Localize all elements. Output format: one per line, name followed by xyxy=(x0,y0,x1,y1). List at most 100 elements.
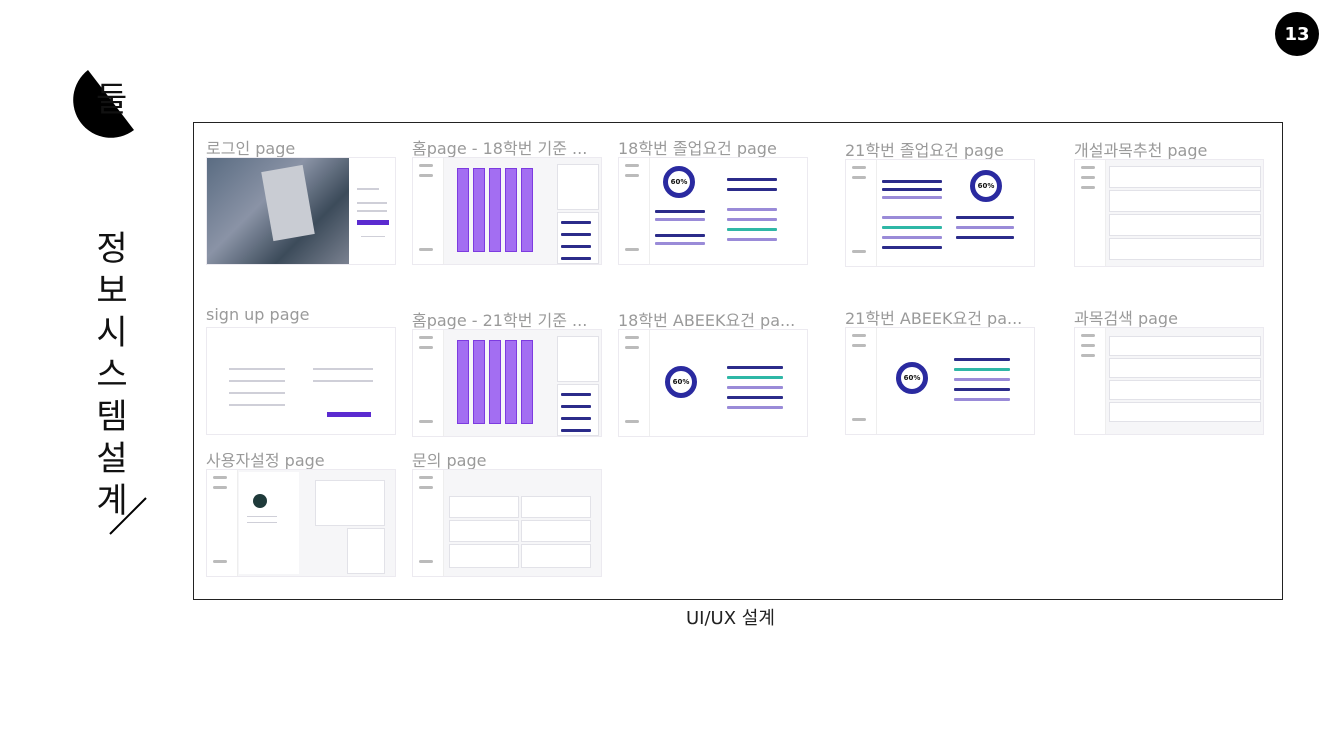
credit-bar xyxy=(521,168,533,252)
screen-label: 18학번 ABEEK요건 pa... xyxy=(618,311,796,330)
profile-card xyxy=(239,472,299,574)
credit-bar xyxy=(457,340,469,424)
screen-home-18[interactable]: 홈page - 18학번 기준 ... xyxy=(412,135,602,265)
login-title-line xyxy=(357,188,379,190)
mini-sidebar xyxy=(413,158,444,264)
screen-grad-21[interactable]: 21학번 졸업요건 page 60% xyxy=(845,137,1035,267)
progress-donut: 60% xyxy=(665,366,697,398)
signup-field xyxy=(229,380,285,382)
screen-thumbnail: 60% xyxy=(618,157,808,265)
screen-label: 문의 page xyxy=(412,451,487,470)
settings-card xyxy=(347,528,385,574)
screen-label: 홈page - 21학번 기준 ... xyxy=(412,311,588,330)
screen-thumbnail: 60% xyxy=(618,329,808,437)
screen-thumbnail xyxy=(206,327,396,435)
screen-signup[interactable]: sign up page xyxy=(206,305,396,435)
login-id-field xyxy=(357,202,387,204)
side-title-char: 템 xyxy=(96,397,128,437)
course-card xyxy=(1109,402,1261,422)
faq-card xyxy=(521,520,591,542)
avatar xyxy=(253,494,267,508)
slash-decoration xyxy=(109,497,147,535)
side-title-char: 설 xyxy=(96,439,128,479)
screen-thumbnail xyxy=(206,469,396,577)
mini-sidebar xyxy=(846,328,877,434)
screen-course-recommend[interactable]: 개설과목추천 page xyxy=(1074,137,1264,267)
screen-abeek-18[interactable]: 18학번 ABEEK요건 pa... 60% xyxy=(618,307,808,437)
settings-card xyxy=(315,480,385,526)
screen-label: 개설과목추천 page xyxy=(1074,141,1208,160)
page-number-badge: 13 xyxy=(1275,12,1319,56)
screen-home-21[interactable]: 홈page - 21학번 기준 ... xyxy=(412,307,602,437)
credit-bar xyxy=(489,340,501,424)
side-card xyxy=(557,336,599,382)
credit-bar xyxy=(505,340,517,424)
screen-label: 과목검색 page xyxy=(1074,309,1178,328)
credit-bar xyxy=(457,168,469,252)
course-card xyxy=(1109,358,1261,378)
signup-field xyxy=(229,368,285,370)
screen-thumbnail: 60% xyxy=(845,327,1035,435)
side-card xyxy=(557,384,599,436)
screen-grad-18[interactable]: 18학번 졸업요건 page 60% xyxy=(618,135,808,265)
credit-bar xyxy=(521,340,533,424)
side-title-char: 보 xyxy=(96,271,128,311)
screen-label: 21학번 ABEEK요건 pa... xyxy=(845,309,1023,328)
screen-user-settings[interactable]: 사용자설정 page xyxy=(206,447,396,577)
mini-sidebar xyxy=(1075,160,1106,266)
side-title-char: 정 xyxy=(96,229,128,269)
mini-sidebar xyxy=(413,470,444,576)
mini-sidebar xyxy=(1075,328,1106,434)
screen-login[interactable]: 로그인 page xyxy=(206,135,396,265)
mini-sidebar xyxy=(413,330,444,436)
screen-thumbnail: 60% xyxy=(845,159,1035,267)
login-pw-field xyxy=(357,210,387,212)
course-card xyxy=(1109,214,1261,236)
side-title: 정 보 시 스 템 설 계 xyxy=(92,228,132,522)
course-card xyxy=(1109,336,1261,356)
screen-thumbnail xyxy=(412,157,602,265)
side-title-char: 시 xyxy=(96,313,128,353)
mini-sidebar xyxy=(619,330,650,436)
screens-frame: 로그인 page 홈page - 18학번 기준 ... 18학번 졸업요건 p… xyxy=(193,122,1283,600)
side-card xyxy=(557,164,599,210)
logo-text: 둘 xyxy=(96,80,128,120)
screen-label: sign up page xyxy=(206,305,310,324)
mini-sidebar xyxy=(619,158,650,264)
course-card xyxy=(1109,238,1261,260)
faq-card xyxy=(521,544,591,568)
side-card xyxy=(557,212,599,264)
login-button xyxy=(357,220,389,225)
mini-sidebar xyxy=(207,470,238,576)
screen-thumbnail xyxy=(412,329,602,437)
faq-card xyxy=(521,496,591,518)
credit-bar xyxy=(489,168,501,252)
progress-donut: 60% xyxy=(896,362,928,394)
screen-thumbnail xyxy=(1074,327,1264,435)
signup-field xyxy=(313,380,373,382)
screen-label: 18학번 졸업요건 page xyxy=(618,139,777,158)
credit-bar xyxy=(473,168,485,252)
screen-abeek-21[interactable]: 21학번 ABEEK요건 pa... 60% xyxy=(845,305,1035,435)
signup-field xyxy=(229,392,285,394)
course-card xyxy=(1109,380,1261,400)
signup-field xyxy=(313,368,373,370)
progress-donut: 60% xyxy=(663,166,695,198)
faq-card xyxy=(449,544,519,568)
screen-label: 21학번 졸업요건 page xyxy=(845,141,1004,160)
screen-label: 로그인 page xyxy=(206,139,296,158)
screen-label: 홈page - 18학번 기준 ... xyxy=(412,139,588,158)
signup-button xyxy=(327,412,371,417)
screen-course-search[interactable]: 과목검색 page xyxy=(1074,305,1264,435)
credit-bar xyxy=(473,340,485,424)
signup-field xyxy=(229,404,285,406)
screen-inquiry[interactable]: 문의 page xyxy=(412,447,602,577)
credit-bar xyxy=(505,168,517,252)
faq-card xyxy=(449,496,519,518)
screen-label: 사용자설정 page xyxy=(206,451,325,470)
progress-donut: 60% xyxy=(970,170,1002,202)
faq-card xyxy=(449,520,519,542)
screen-thumbnail xyxy=(412,469,602,577)
login-footer-line xyxy=(361,236,385,237)
side-title-char: 스 xyxy=(96,355,128,395)
